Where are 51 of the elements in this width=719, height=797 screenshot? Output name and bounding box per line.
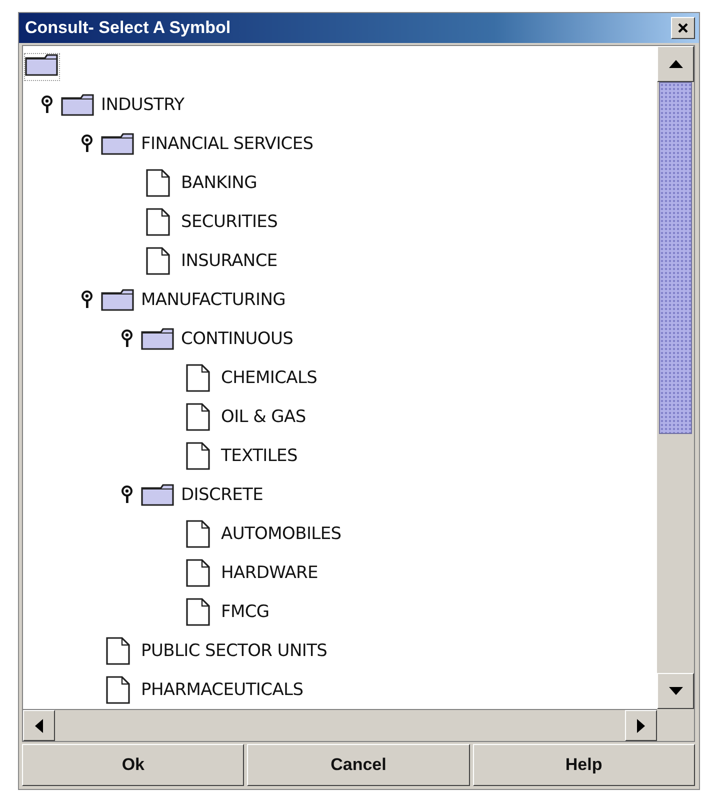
tree-item-label[interactable]: CHEMICALS bbox=[221, 368, 318, 388]
folder-icon bbox=[101, 132, 135, 154]
window-title: Consult- Select A Symbol bbox=[25, 18, 231, 38]
document-icon bbox=[146, 246, 170, 274]
help-button[interactable]: Help bbox=[472, 744, 695, 786]
document-icon bbox=[146, 208, 170, 236]
scroll-left-icon[interactable] bbox=[35, 718, 43, 732]
expander-icon[interactable] bbox=[121, 485, 133, 504]
tree-item-label[interactable]: INDUSTRY bbox=[101, 94, 184, 114]
expander-icon[interactable] bbox=[81, 134, 93, 153]
tree-item-label[interactable]: MANUFACTURING bbox=[141, 290, 286, 310]
vertical-scrollbar[interactable] bbox=[657, 46, 694, 709]
tree-item-label[interactable]: INSURANCE bbox=[181, 250, 278, 270]
horizontal-scrollbar[interactable] bbox=[23, 709, 657, 741]
scroll-right-icon[interactable] bbox=[637, 718, 645, 732]
tree-item-label[interactable]: SECURITIES bbox=[181, 212, 278, 232]
expander-icon[interactable] bbox=[41, 95, 53, 114]
ok-button[interactable]: Ok bbox=[22, 744, 244, 786]
document-icon bbox=[186, 598, 210, 626]
expander-icon[interactable] bbox=[81, 290, 93, 309]
document-icon bbox=[146, 168, 170, 196]
folder-icon bbox=[141, 328, 175, 350]
tree-item-label[interactable]: TEXTILES bbox=[221, 446, 298, 466]
document-icon bbox=[186, 364, 210, 392]
tree-item-label[interactable]: HARDWARE bbox=[221, 562, 318, 582]
folder-icon bbox=[141, 484, 175, 506]
document-icon bbox=[186, 558, 210, 586]
tree-item-label[interactable]: AUTOMOBILES bbox=[221, 524, 342, 544]
scroll-up-icon[interactable] bbox=[668, 60, 682, 68]
scroll-down-icon[interactable] bbox=[668, 687, 682, 695]
folder-icon bbox=[25, 54, 59, 76]
expander-icon[interactable] bbox=[121, 329, 133, 348]
document-icon bbox=[186, 520, 210, 548]
cancel-button[interactable]: Cancel bbox=[247, 744, 470, 786]
folder-icon bbox=[61, 94, 95, 116]
close-icon bbox=[677, 22, 689, 34]
tree-item-label[interactable]: OIL & GAS bbox=[221, 406, 306, 426]
tree-item-label[interactable]: FINANCIAL SERVICES bbox=[141, 134, 314, 154]
tree-item-label[interactable]: PHARMACEUTICALS bbox=[141, 680, 304, 700]
document-icon bbox=[186, 442, 210, 470]
document-icon bbox=[106, 636, 130, 664]
tree-item-label[interactable]: CONTINUOUS bbox=[181, 328, 294, 348]
close-button[interactable] bbox=[671, 17, 695, 39]
folder-icon bbox=[101, 288, 135, 310]
tree-item-label[interactable]: PUBLIC SECTOR UNITS bbox=[141, 640, 328, 660]
tree-item-label[interactable]: DISCRETE bbox=[181, 484, 264, 504]
document-icon bbox=[106, 676, 130, 704]
tree-item-label[interactable]: FMCG bbox=[221, 602, 270, 622]
document-icon bbox=[186, 402, 210, 430]
tree-item-label[interactable]: BANKING bbox=[181, 172, 257, 192]
scroll-thumb[interactable] bbox=[659, 82, 692, 434]
